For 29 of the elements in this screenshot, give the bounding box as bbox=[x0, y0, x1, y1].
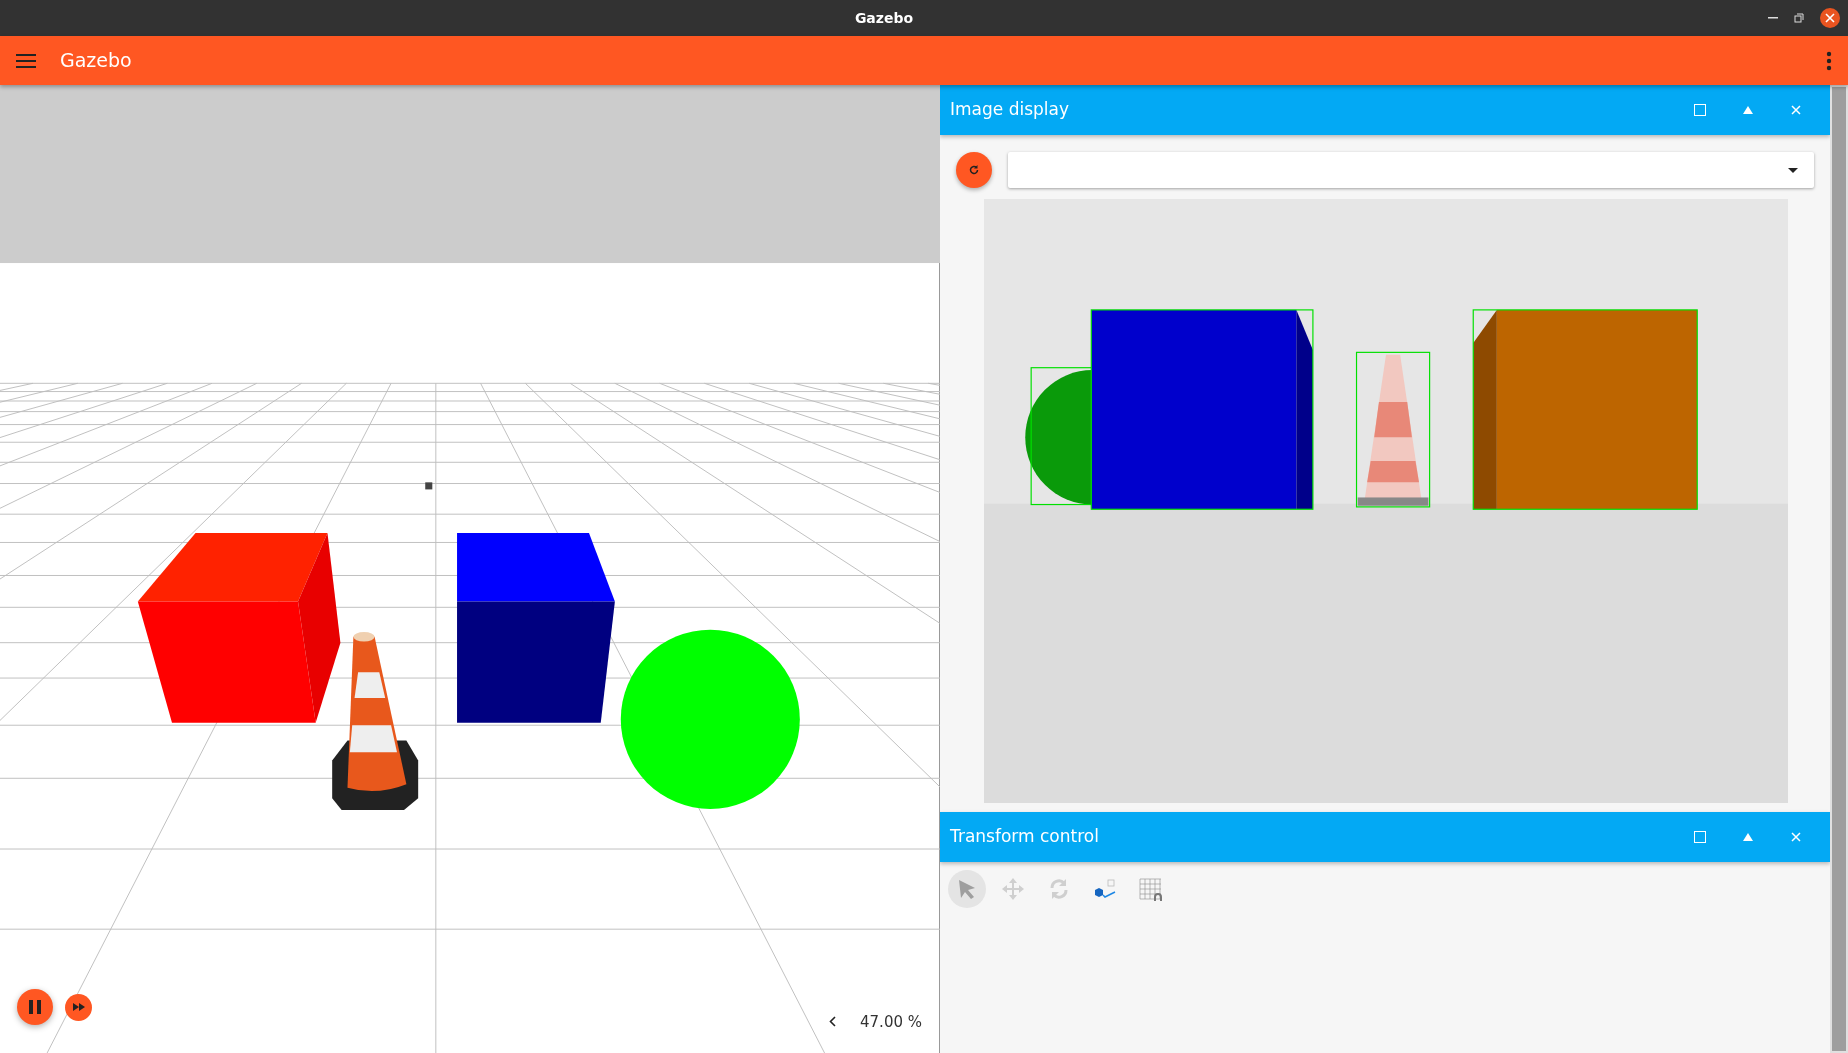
refresh-button[interactable] bbox=[956, 152, 992, 188]
close-icon bbox=[1791, 105, 1801, 116]
restore-icon[interactable] bbox=[1794, 13, 1804, 23]
minimize-icon[interactable] bbox=[1768, 17, 1778, 19]
fast-forward-button[interactable] bbox=[65, 993, 92, 1021]
zoom-readout: 47.00 % bbox=[860, 1011, 922, 1033]
panel-title: Image display bbox=[950, 98, 1070, 122]
square-icon bbox=[1694, 831, 1706, 844]
close-icon[interactable] bbox=[1820, 8, 1840, 28]
pause-icon bbox=[28, 1000, 42, 1014]
marker-icon bbox=[425, 482, 433, 490]
app-title: Gazebo bbox=[60, 48, 133, 74]
chevron-left-icon[interactable] bbox=[829, 1016, 837, 1028]
scrollbar[interactable] bbox=[1830, 85, 1848, 1053]
square-icon bbox=[1694, 104, 1706, 117]
menu-icon[interactable] bbox=[16, 52, 36, 69]
triangle-up-icon bbox=[1743, 833, 1753, 842]
3d-scene[interactable]: 47.00 % bbox=[0, 85, 940, 1053]
window-title: Gazebo bbox=[854, 9, 914, 26]
pause-button[interactable] bbox=[17, 989, 53, 1025]
more-options-icon[interactable] bbox=[1826, 50, 1832, 71]
caret-icon bbox=[1788, 167, 1798, 173]
close-icon bbox=[1791, 832, 1801, 843]
grid-magnet-icon bbox=[1137, 875, 1165, 903]
panel-title: Transform control bbox=[950, 825, 1100, 849]
fast-forward-icon bbox=[72, 1003, 85, 1011]
triangle-up-icon bbox=[1743, 106, 1753, 115]
refresh-icon bbox=[968, 164, 980, 176]
pointer-arrow-tool[interactable] bbox=[948, 870, 986, 908]
